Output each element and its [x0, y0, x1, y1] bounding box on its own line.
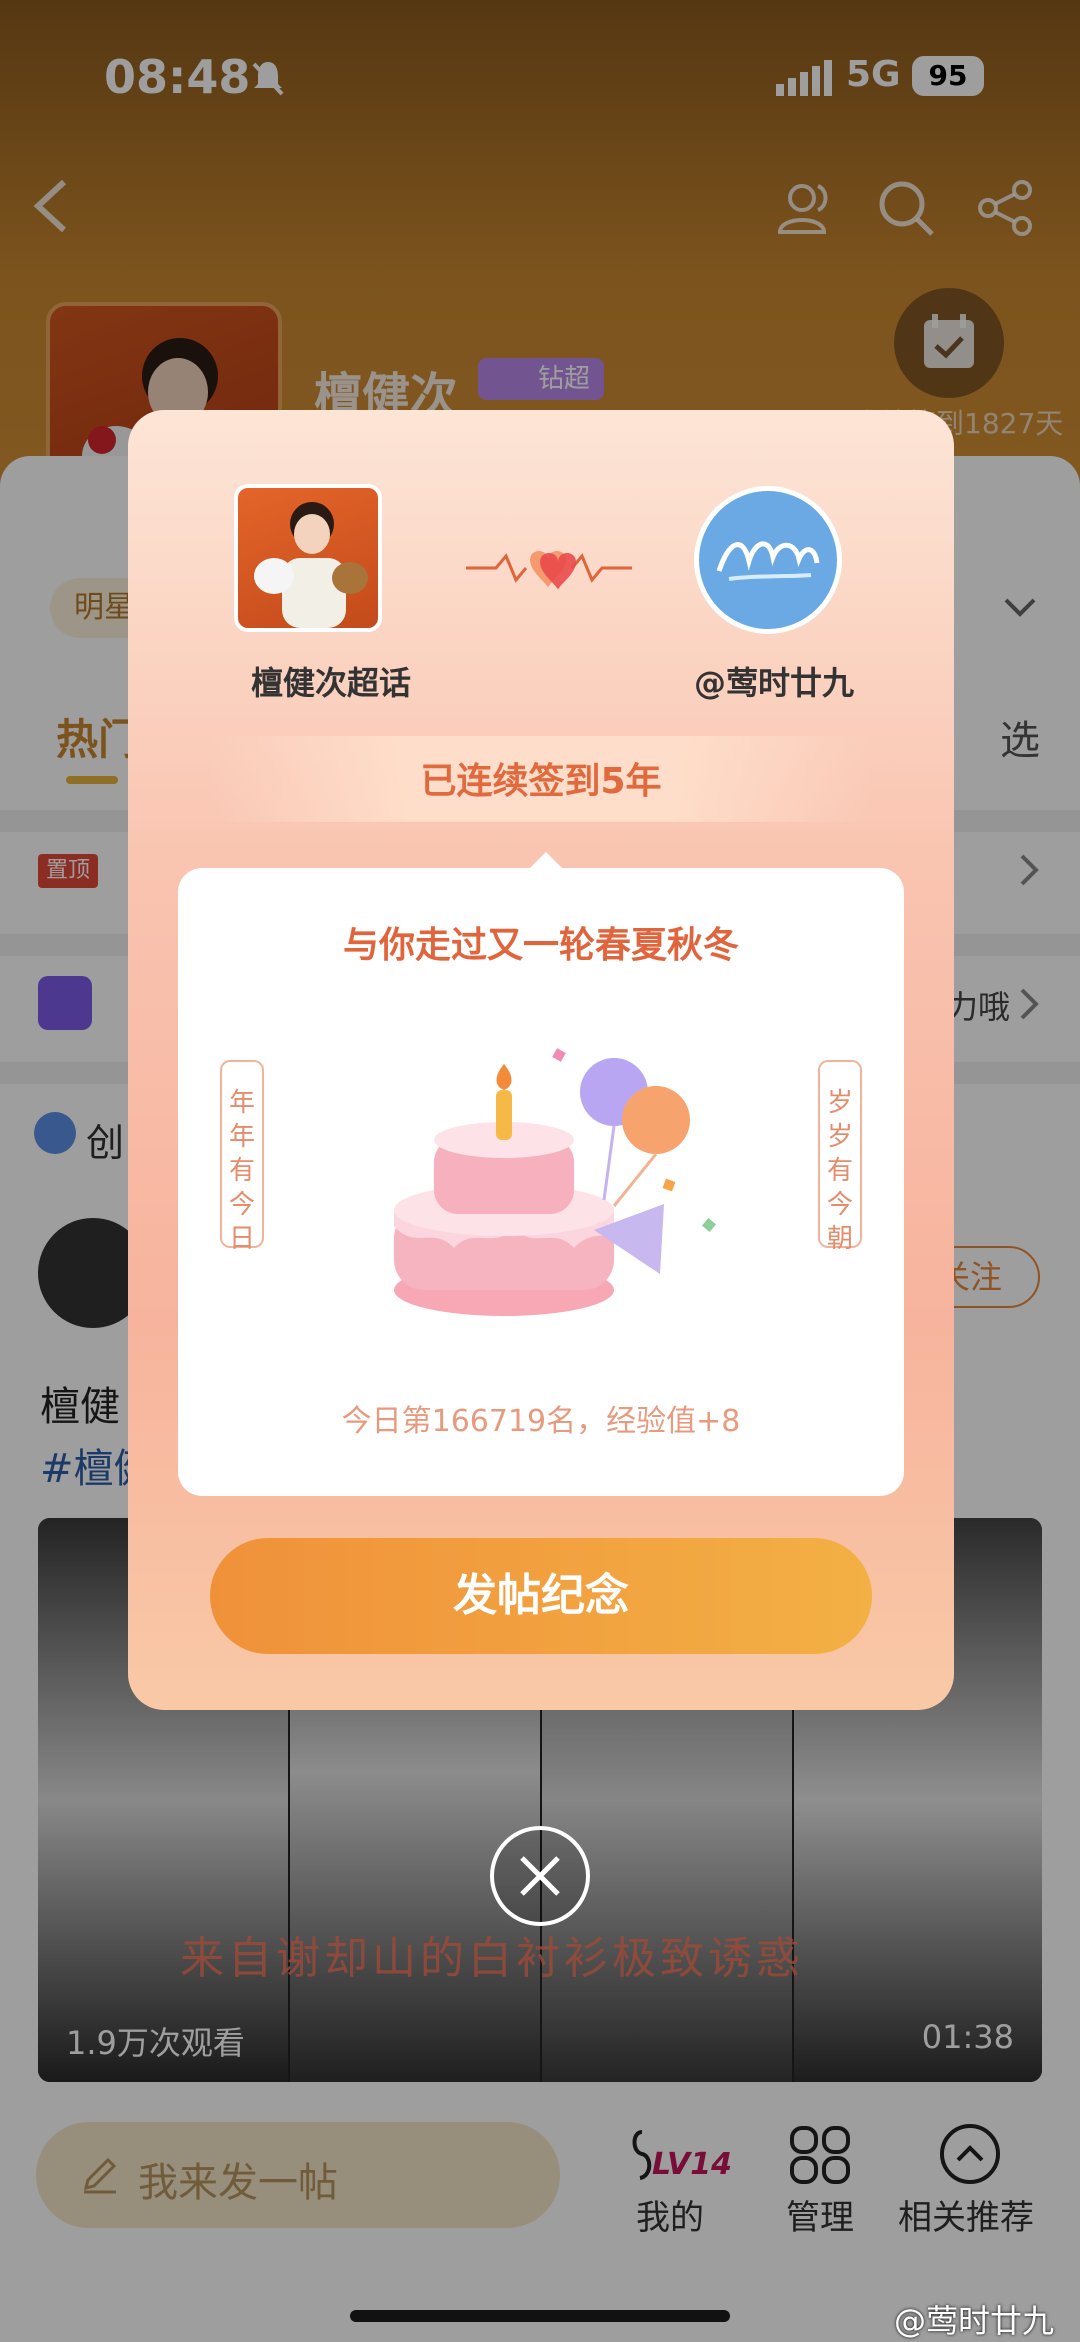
supertopic-avatar-small	[234, 484, 382, 632]
right-plaque: 岁岁有今朝	[818, 1060, 862, 1254]
checkin-anniversary-popup: 檀健次超话 @莺时廿九 已连续签到5年 与你走过又一轮春夏秋冬 年年有今日 岁岁…	[128, 410, 954, 1710]
right-plaque-text: 岁岁有今朝	[826, 1088, 853, 1254]
signature-logo-icon	[716, 541, 820, 581]
user-name: @莺时廿九	[693, 664, 854, 702]
supertopic-name: 檀健次超话	[250, 664, 411, 702]
streak-text: 已连续签到5年	[420, 761, 662, 802]
home-indicator	[350, 2310, 730, 2322]
left-plaque: 年年有今日	[220, 1060, 264, 1254]
card-title: 与你走过又一轮春夏秋冬	[342, 925, 739, 966]
close-icon	[520, 1856, 560, 1896]
post-commemorate-button[interactable]: 发帖纪念	[210, 1538, 872, 1654]
user-avatar	[694, 486, 842, 634]
left-plaque-text: 年年有今日	[228, 1088, 255, 1254]
birthday-cake-icon	[394, 1048, 717, 1316]
watermark: @莺时廿九	[893, 2302, 1054, 2340]
heart-pulse-icon	[466, 551, 632, 590]
close-popup-button[interactable]	[490, 1826, 590, 1926]
rank-text: 今日第166719名，经验值+8	[341, 1404, 741, 1439]
avatar-figure-icon	[254, 502, 368, 628]
